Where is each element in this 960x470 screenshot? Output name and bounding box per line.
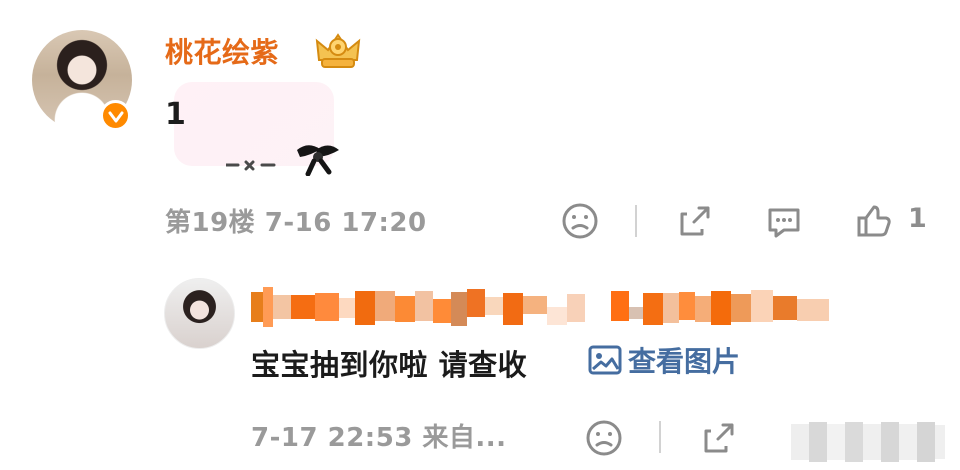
redacted-username bbox=[251, 287, 829, 327]
reply-actions-redacted bbox=[791, 422, 945, 462]
view-image-link[interactable]: 查看图片 bbox=[588, 340, 740, 380]
comment-text: 1 bbox=[165, 97, 186, 132]
reply-actions-divider bbox=[659, 421, 661, 453]
reply-meta: 7-17 22:53 来自... bbox=[251, 423, 507, 453]
comment-icon[interactable] bbox=[763, 200, 805, 242]
crown-icon bbox=[315, 33, 361, 68]
verified-check-icon bbox=[108, 111, 123, 122]
share-icon[interactable] bbox=[674, 200, 716, 242]
username[interactable]: 桃花绘紫 bbox=[165, 31, 279, 71]
bow-sticker bbox=[226, 145, 339, 176]
image-icon bbox=[588, 345, 622, 375]
reply-share-icon[interactable] bbox=[698, 417, 740, 459]
comment-meta: 第19楼 7-16 17:20 bbox=[165, 208, 427, 238]
reply-avatar[interactable] bbox=[164, 278, 235, 349]
like-count[interactable]: 1 bbox=[908, 203, 927, 234]
verified-badge-icon bbox=[100, 100, 131, 131]
view-image-label: 查看图片 bbox=[628, 345, 741, 378]
comment-actions-divider bbox=[635, 205, 637, 237]
reply-sad-face-icon[interactable] bbox=[583, 417, 625, 459]
thumbs-up-icon[interactable] bbox=[852, 200, 894, 242]
reply-text: 宝宝抽到你啦 请查收 bbox=[251, 348, 528, 382]
sad-face-icon[interactable] bbox=[559, 200, 601, 242]
